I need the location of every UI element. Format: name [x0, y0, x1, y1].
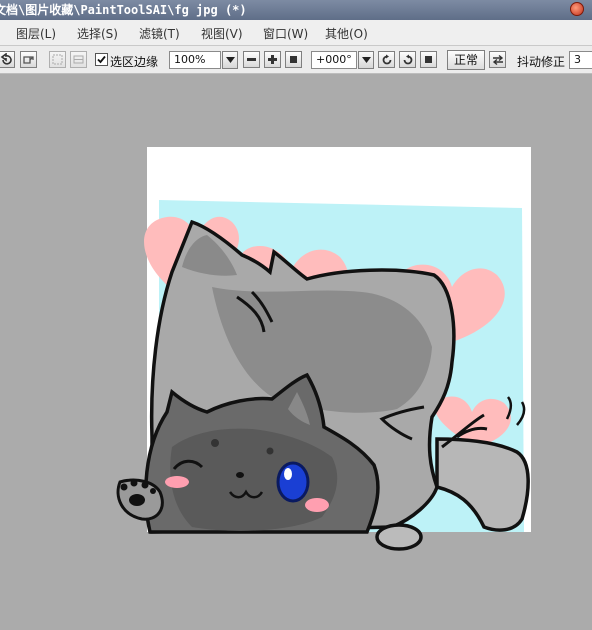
flip-canvas-button[interactable]: [489, 51, 506, 68]
rotate-cw-icon: [403, 54, 412, 64]
plus-icon: [268, 55, 277, 64]
deselect-icon: [52, 54, 63, 65]
menu-select[interactable]: 选择(S): [77, 25, 118, 42]
chevron-down-icon: [361, 57, 371, 63]
blend-mode-button[interactable]: 正常: [447, 50, 485, 70]
square-icon: [425, 56, 432, 63]
zoom-in-button[interactable]: [264, 51, 281, 68]
redo-icon: [23, 56, 34, 64]
blue-eye: [276, 461, 310, 503]
paw-bean: [129, 494, 145, 506]
stabilizer-label: 抖动修正: [517, 55, 566, 69]
menu-window[interactable]: 窗口(W): [263, 25, 308, 42]
spot: [211, 439, 219, 447]
spot: [266, 447, 274, 455]
title-bar: 文档\图片收藏\PaintToolSAI\fg jpg (*): [0, 0, 592, 20]
undo-icon: [0, 53, 12, 65]
stabilizer-input[interactable]: 3: [569, 51, 592, 69]
paw-bean: [130, 479, 138, 487]
canvas-workspace[interactable]: [0, 75, 592, 630]
rotation-dropdown-button[interactable]: [358, 51, 374, 69]
menu-layer[interactable]: 图层(L): [16, 25, 56, 42]
rotate-ccw-icon: [382, 54, 391, 64]
deselect-button[interactable]: [49, 51, 66, 68]
paw-bean: [150, 488, 156, 494]
blush: [305, 498, 329, 512]
chevron-down-icon: [225, 57, 235, 63]
checkmark-icon: [97, 55, 106, 64]
blush: [165, 476, 189, 488]
selection-edge-checkbox[interactable]: [95, 53, 108, 66]
toolbar: 选区边缘 100% +000° 正常 抖动修正 3: [0, 46, 592, 74]
app-icon[interactable]: [570, 2, 584, 16]
paw-bean: [141, 481, 149, 489]
menu-bar: 图层(L) 选择(S) 滤镜(T) 视图(V) 窗口(W) 其他(O): [0, 20, 592, 46]
flip-icon: [492, 54, 503, 65]
rotation-reset-button[interactable]: [420, 51, 437, 68]
invert-selection-button[interactable]: [70, 51, 87, 68]
paw-bean: [120, 483, 128, 491]
zoom-input[interactable]: 100%: [169, 51, 221, 69]
eye-highlight: [284, 468, 292, 480]
window-title: 文档\图片收藏\PaintToolSAI\fg jpg (*): [0, 3, 247, 17]
invert-selection-icon: [73, 55, 84, 64]
menu-other[interactable]: 其他(O): [325, 25, 368, 42]
menu-filter[interactable]: 滤镜(T): [139, 25, 180, 42]
zoom-reset-button[interactable]: [285, 51, 302, 68]
selection-edge-label: 选区边缘: [110, 55, 159, 69]
rotation-input[interactable]: +000°: [311, 51, 357, 69]
canvas-artwork[interactable]: [112, 147, 532, 562]
minus-icon: [247, 58, 256, 61]
rotate-cw-button[interactable]: [399, 51, 416, 68]
rotate-ccw-button[interactable]: [378, 51, 395, 68]
square-icon: [290, 56, 297, 63]
zoom-out-button[interactable]: [243, 51, 260, 68]
zoom-dropdown-button[interactable]: [222, 51, 238, 69]
back-paw: [375, 523, 423, 551]
redo-button[interactable]: [20, 51, 37, 68]
undo-button[interactable]: [0, 51, 15, 68]
menu-view[interactable]: 视图(V): [201, 25, 243, 42]
nose: [236, 472, 244, 478]
